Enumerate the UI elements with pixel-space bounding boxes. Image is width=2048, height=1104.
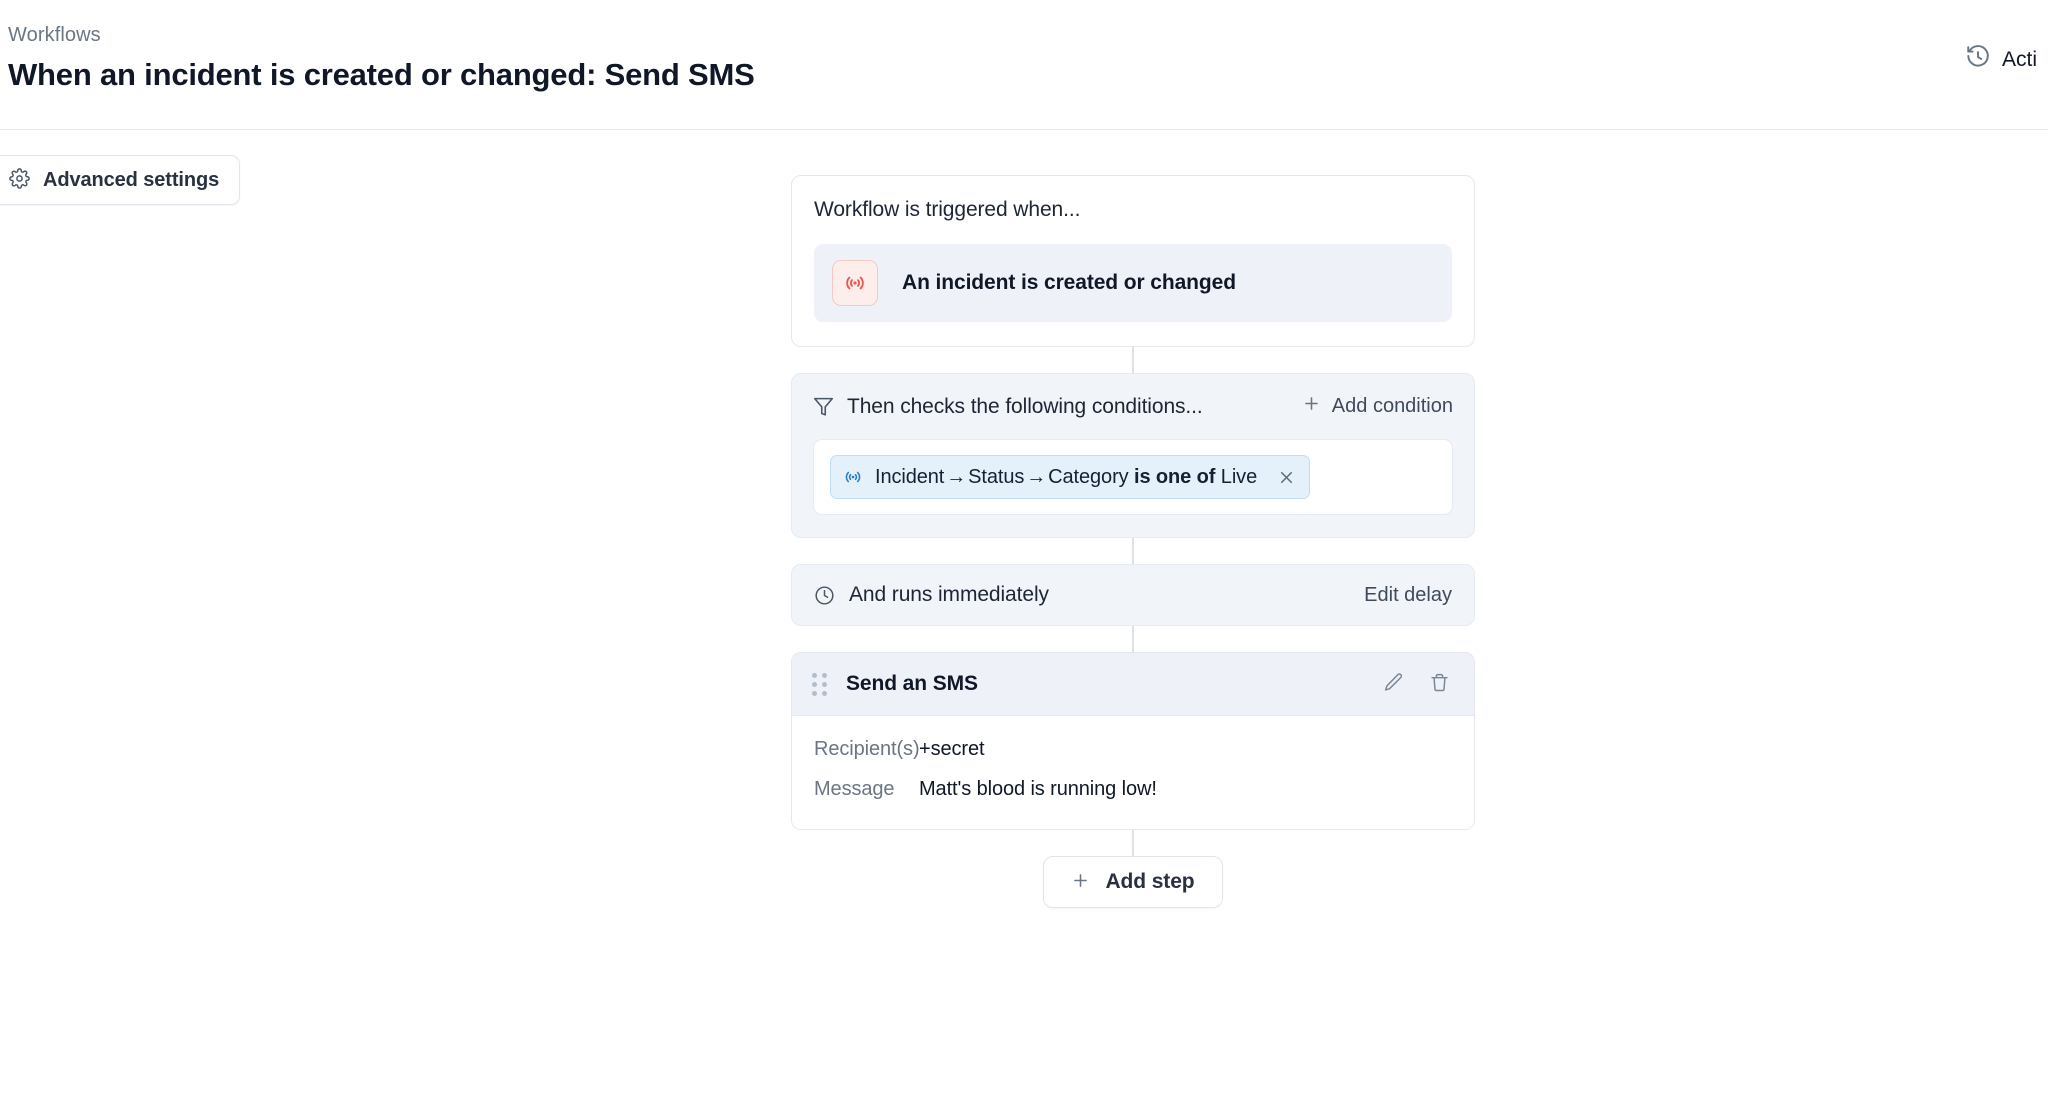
pencil-icon <box>1383 672 1404 696</box>
condition-attribute: Category <box>1048 466 1128 488</box>
step-field-message: Message Matt's blood is running low! <box>814 778 1452 801</box>
step-field-value: Matt's blood is running low! <box>919 778 1157 801</box>
trash-icon <box>1429 672 1450 696</box>
step-field-label: Recipient(s) <box>814 738 919 761</box>
step-title: Send an SMS <box>846 672 978 696</box>
step-actions <box>1379 670 1453 698</box>
activity-label: Acti <box>2002 48 2037 72</box>
delay-label: And runs immediately <box>849 583 1049 607</box>
flow-connector <box>1132 830 1134 856</box>
delay-card: And runs immediately Edit delay <box>791 564 1475 626</box>
step-field-label: Message <box>814 778 919 801</box>
edit-delay-button[interactable]: Edit delay <box>1364 584 1452 607</box>
activity-button[interactable]: Acti <box>1965 44 2037 75</box>
condition-subject: Incident <box>875 466 944 488</box>
step-field-recipients: Recipient(s) +secret <box>814 738 1452 761</box>
plus-icon <box>1071 871 1090 893</box>
add-step-label: Add step <box>1105 870 1194 894</box>
broadcast-icon <box>843 467 863 487</box>
condition-operator: is one of <box>1134 466 1215 488</box>
clock-icon <box>814 585 835 606</box>
trigger-label: An incident is created or changed <box>902 271 1236 295</box>
delete-step-button[interactable] <box>1425 670 1453 698</box>
close-icon[interactable] <box>1273 464 1299 490</box>
add-step-button[interactable]: Add step <box>1043 856 1222 908</box>
edit-step-button[interactable] <box>1379 670 1407 698</box>
page-header: Workflows When an incident is created or… <box>0 0 2048 130</box>
condition-chip[interactable]: Incident→Status→Category is one of Live <box>830 455 1310 499</box>
flow-connector <box>1132 347 1134 373</box>
trigger-item[interactable]: An incident is created or changed <box>814 244 1452 322</box>
broadcast-icon <box>832 260 878 306</box>
trigger-heading: Workflow is triggered when... <box>814 198 1452 222</box>
plus-icon <box>1302 394 1321 419</box>
workflow-canvas: Workflow is triggered when... An inciden… <box>0 130 2048 1104</box>
conditions-card: Then checks the following conditions... … <box>791 373 1475 538</box>
flow-connector <box>1132 538 1134 564</box>
step-card-send-sms: Send an SMS <box>791 652 1475 830</box>
trigger-card: Workflow is triggered when... An inciden… <box>791 175 1475 347</box>
breadcrumb[interactable]: Workflows <box>0 22 2048 48</box>
history-clock-icon <box>1965 44 1991 75</box>
condition-arrow-1: → <box>944 466 968 488</box>
condition-field: Status <box>968 466 1024 488</box>
add-condition-button[interactable]: Add condition <box>1302 394 1453 419</box>
add-condition-label: Add condition <box>1332 395 1453 418</box>
condition-text: Incident→Status→Category is one of Live <box>875 466 1257 489</box>
step-body: Recipient(s) +secret Message Matt's bloo… <box>792 716 1474 829</box>
conditions-list: Incident→Status→Category is one of Live <box>813 439 1453 515</box>
add-step-container: Add step <box>791 856 1475 908</box>
conditions-title: Then checks the following conditions... <box>847 395 1203 419</box>
condition-value: Live <box>1221 466 1257 488</box>
condition-arrow-2: → <box>1024 466 1048 488</box>
flow-connector <box>1132 626 1134 652</box>
filter-funnel-icon <box>813 396 834 417</box>
workflow-flow: Workflow is triggered when... An inciden… <box>791 175 1475 908</box>
step-header: Send an SMS <box>792 653 1474 716</box>
conditions-header: Then checks the following conditions... … <box>813 394 1453 419</box>
drag-handle-icon[interactable] <box>812 673 827 696</box>
page-title: When an incident is created or changed: … <box>0 55 2048 95</box>
step-field-value: +secret <box>919 738 984 761</box>
